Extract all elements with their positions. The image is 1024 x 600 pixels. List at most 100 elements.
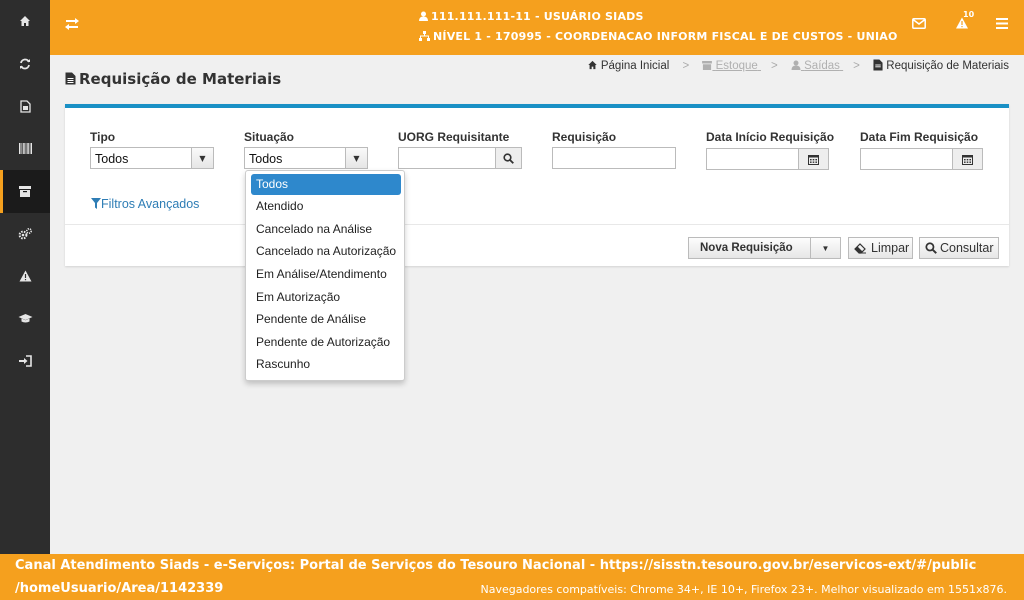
search-icon <box>925 242 937 254</box>
chevron-down-icon: ▼ <box>821 243 830 253</box>
gears-icon <box>18 227 32 240</box>
level-text: NÍVEL 1 - 170995 - COORDENACAO INFORM FI… <box>433 30 898 43</box>
footer-browsers-note: Navegadores compatíveis: Chrome 34+, IE … <box>480 583 1007 596</box>
tipo-value: Todos <box>95 152 129 166</box>
sign-in-icon <box>19 355 32 368</box>
breadcrumb-estoque-label: Estoque <box>715 60 758 72</box>
situacao-option[interactable]: Rascunho <box>251 354 401 375</box>
sidebar <box>0 0 50 554</box>
filter-panel: Tipo Todos ▼ Situação Todos ▼ UORG Requi… <box>65 104 1009 266</box>
situacao-option[interactable]: Cancelado na Autorização <box>251 241 401 262</box>
situacao-option[interactable]: Pendente de Autorização <box>251 332 401 353</box>
envelope-icon[interactable] <box>912 17 926 33</box>
alerts-badge: 10 <box>963 10 975 19</box>
breadcrumb-current: Requisição de Materiais <box>873 59 1009 72</box>
tipo-label: Tipo <box>90 130 116 144</box>
uorg-label: UORG Requisitante <box>398 130 510 144</box>
home-icon <box>20 16 30 27</box>
breadcrumb: Página Inicial > Estoque > Saídas > Requ… <box>587 59 1009 72</box>
data-fim-input[interactable] <box>860 148 954 170</box>
sidebar-item-education[interactable] <box>0 298 50 341</box>
situacao-option[interactable]: Em Análise/Atendimento <box>251 264 401 285</box>
consultar-label: Consultar <box>940 241 994 255</box>
breadcrumb-home[interactable]: Página Inicial <box>587 60 673 72</box>
breadcrumb-saidas[interactable]: Saídas <box>791 60 843 72</box>
breadcrumb-separator: > <box>682 60 690 72</box>
swap-icon[interactable] <box>64 16 80 35</box>
archive-icon <box>702 61 713 70</box>
alerts-icon[interactable] <box>955 17 969 33</box>
sidebar-item-document[interactable] <box>0 85 50 128</box>
uorg-search-button[interactable] <box>495 147 522 169</box>
page-title: Requisição de Materiais <box>65 70 281 88</box>
situacao-select[interactable]: Todos ▼ <box>244 147 368 169</box>
situacao-option[interactable]: Cancelado na Análise <box>251 219 401 240</box>
calendar-icon <box>962 154 973 165</box>
archive-icon <box>19 185 31 197</box>
limpar-button[interactable]: Limpar <box>848 237 913 259</box>
footer-service-channel[interactable]: Canal Atendimento Siads - e-Serviços: Po… <box>15 558 976 573</box>
breadcrumb-saidas-label: Saídas <box>804 60 840 72</box>
uorg-input[interactable] <box>398 147 496 169</box>
requisicao-label: Requisição <box>552 130 617 144</box>
data-inicio-input[interactable] <box>706 148 800 170</box>
breadcrumb-current-label: Requisição de Materiais <box>886 60 1009 72</box>
barcode-icon <box>18 143 32 155</box>
situacao-option[interactable]: Pendente de Análise <box>251 309 401 330</box>
nova-requisicao-dropdown-toggle[interactable]: ▼ <box>810 237 841 259</box>
breadcrumb-home-label: Página Inicial <box>600 60 670 72</box>
panel-divider <box>65 224 1009 225</box>
document-icon <box>19 100 31 113</box>
sidebar-item-archive[interactable] <box>0 170 50 213</box>
situacao-option[interactable]: Todos <box>251 174 401 195</box>
data-inicio-calendar-button[interactable] <box>798 148 829 170</box>
requisicao-input[interactable] <box>552 147 676 169</box>
sidebar-item-home[interactable] <box>0 0 50 43</box>
sidebar-item-refresh[interactable] <box>0 43 50 86</box>
sidebar-item-signin[interactable] <box>0 340 50 383</box>
sidebar-item-warning[interactable] <box>0 255 50 298</box>
menu-icon[interactable] <box>996 17 1008 33</box>
user-out-icon <box>791 60 801 70</box>
calendar-icon <box>808 154 819 165</box>
consultar-button[interactable]: Consultar <box>919 237 999 259</box>
chevron-down-icon: ▼ <box>191 148 213 168</box>
sitemap-icon <box>419 31 430 41</box>
tipo-select[interactable]: Todos ▼ <box>90 147 214 169</box>
breadcrumb-separator: > <box>853 60 860 72</box>
situacao-option[interactable]: Atendido <box>251 196 401 217</box>
home-icon <box>587 60 597 70</box>
chevron-down-icon: ▼ <box>345 148 367 168</box>
sidebar-item-barcode[interactable] <box>0 128 50 171</box>
user-info: 111.111.111-11 - USUÁRIO SIADS <box>419 10 644 23</box>
situacao-label: Situação <box>244 130 295 144</box>
refresh-icon <box>20 58 30 70</box>
sidebar-item-gears[interactable] <box>0 213 50 256</box>
data-fim-calendar-button[interactable] <box>952 148 983 170</box>
breadcrumb-estoque[interactable]: Estoque <box>702 60 761 72</box>
footer-service-channel-cont[interactable]: /homeUsuario/Area/1142339 <box>15 581 223 596</box>
footer: Canal Atendimento Siads - e-Serviços: Po… <box>0 554 1024 600</box>
user-icon <box>419 11 428 21</box>
search-icon <box>503 152 514 164</box>
level-info: NÍVEL 1 - 170995 - COORDENACAO INFORM FI… <box>419 30 898 43</box>
situacao-value: Todos <box>249 152 283 166</box>
limpar-label: Limpar <box>871 241 910 255</box>
eraser-icon <box>854 242 866 254</box>
filter-icon <box>91 198 101 209</box>
document-icon <box>65 72 76 85</box>
document-icon <box>873 59 883 71</box>
situacao-option[interactable]: Em Autorização <box>251 287 401 308</box>
nova-requisicao-button[interactable]: Nova Requisição <box>688 237 812 259</box>
nova-requisicao-label: Nova Requisição <box>700 242 793 254</box>
situacao-dropdown-list: Todos Atendido Cancelado na Análise Canc… <box>245 170 405 381</box>
breadcrumb-separator: > <box>771 60 778 72</box>
top-bar: 111.111.111-11 - USUÁRIO SIADS NÍVEL 1 -… <box>50 0 1024 55</box>
warning-icon <box>19 270 31 282</box>
data-inicio-label: Data Início Requisição <box>706 130 835 144</box>
page-title-text: Requisição de Materiais <box>79 70 282 88</box>
advanced-filters-label: Filtros Avançados <box>101 197 200 211</box>
user-text: 111.111.111-11 - USUÁRIO SIADS <box>431 10 644 23</box>
data-fim-label: Data Fim Requisição <box>860 130 979 144</box>
advanced-filters-link[interactable]: Filtros Avançados <box>91 197 199 211</box>
